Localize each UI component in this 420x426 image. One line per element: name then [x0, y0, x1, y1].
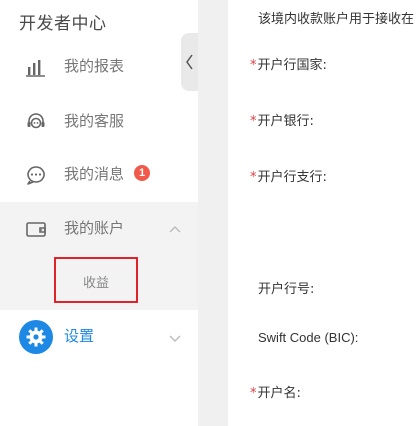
- sidebar-subitem-label: 收益: [82, 276, 109, 291]
- chevron-left-icon: [186, 54, 193, 70]
- required-mark: *: [250, 114, 257, 129]
- sidebar-item-label: 我的报表: [64, 57, 125, 75]
- gear-icon: [19, 320, 53, 354]
- field-label-account-name: *开户名:: [250, 386, 301, 401]
- sidebar-item-label: 设置: [64, 327, 95, 345]
- required-mark: *: [250, 58, 257, 73]
- layout-gap: [198, 0, 228, 426]
- chevron-up-icon: [168, 222, 182, 236]
- sidebar-item-messages[interactable]: 我的消息 1: [0, 148, 198, 202]
- main-form: 该境内收款账户用于接收在 *开户行国家: *开户银行: *开户行支行: 开户行号…: [228, 0, 420, 426]
- headset-icon: [24, 110, 48, 134]
- collapse-sidebar-button[interactable]: [181, 33, 198, 91]
- field-label-bank-branch: *开户行支行:: [250, 170, 327, 185]
- wallet-icon: [24, 217, 48, 241]
- unread-badge: 1: [134, 165, 150, 181]
- field-label-bank-code: 开户行号:: [258, 282, 315, 297]
- bar-chart-icon: [24, 55, 48, 79]
- field-label-swift-code: Swift Code (BIC):: [258, 330, 359, 345]
- chat-bubble-icon: [24, 163, 48, 187]
- sidebar: 开发者中心 我的报表 我的客服 我的消息 1 我的账户 收益 设置: [0, 0, 198, 426]
- sidebar-item-reports[interactable]: 我的报表: [0, 40, 198, 94]
- sidebar-item-support[interactable]: 我的客服: [0, 95, 198, 149]
- sidebar-item-label: 我的消息: [64, 165, 125, 183]
- chevron-down-icon: [168, 330, 182, 344]
- required-mark: *: [250, 170, 257, 185]
- required-mark: *: [250, 386, 257, 401]
- sidebar-item-label: 我的账户: [64, 219, 125, 237]
- sidebar-item-account[interactable]: 我的账户: [0, 202, 198, 256]
- field-label-bank-name: *开户银行:: [250, 114, 314, 129]
- sidebar-item-label: 我的客服: [64, 112, 125, 130]
- field-label-bank-country: *开户行国家:: [250, 58, 327, 73]
- sidebar-item-settings[interactable]: 设置: [0, 310, 198, 364]
- form-notice: 该境内收款账户用于接收在: [258, 12, 415, 27]
- sidebar-subitem-earnings[interactable]: 收益: [54, 257, 138, 303]
- sidebar-title: 开发者中心: [19, 14, 107, 34]
